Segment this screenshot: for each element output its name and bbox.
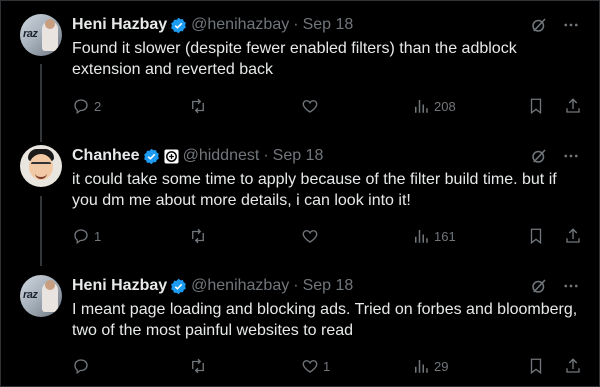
share-button[interactable] [564,227,582,245]
tweet[interactable]: raz Heni Hazbay @henihazbay · Sep 18 I m… [0,275,600,385]
retweet-icon [192,98,204,114]
retweet-icon [192,358,204,374]
tweet-header: Chanhee @hiddnest · Sep 18 [72,145,323,167]
reply-icon [74,359,88,375]
reply-count: 2 [94,98,102,114]
verified-badge-icon [143,148,159,164]
like-button[interactable]: 1 [301,357,330,375]
tweet-top-actions [530,14,580,36]
timestamp[interactable]: Sep 18 [303,277,354,295]
analytics-icon [415,230,428,243]
views-button[interactable]: 161 [412,227,456,245]
heart-icon [302,100,318,113]
reply-icon [74,99,88,115]
author-handle[interactable]: @henihazbay [191,277,289,295]
bookmark-icon [530,228,542,245]
separator-dot: · [293,16,299,33]
separator-dot: · [263,147,269,164]
bookmark-button[interactable] [527,357,545,375]
bookmark-icon [530,98,542,115]
reply-button[interactable]: 1 [72,227,101,245]
more-icon[interactable] [562,147,580,165]
bookmark-button[interactable] [527,227,545,245]
action-bar: 1 161 [72,227,582,247]
share-button[interactable] [564,97,582,115]
heart-icon [302,360,318,373]
tweet[interactable]: raz Heni Hazbay @henihazbay · Sep 18 Fou… [0,14,600,124]
more-icon[interactable] [562,277,580,295]
view-count: 161 [434,228,456,244]
reply-count: 1 [94,228,102,244]
retweet-button[interactable] [189,227,211,245]
avatar-logo: raz [23,28,38,40]
tweet-text: Found it slower (despite fewer enabled f… [72,40,517,78]
affiliate-badge-icon[interactable] [164,148,179,164]
analytics-icon [415,360,428,373]
more-icon[interactable] [562,16,580,34]
share-icon [566,358,580,373]
views-button[interactable]: 29 [412,357,448,375]
verified-badge-icon [171,17,186,33]
like-count: 1 [323,358,331,374]
like-button[interactable] [301,97,323,115]
share-icon [566,98,580,113]
avatar[interactable]: raz [20,275,62,317]
reply-button[interactable]: 2 [72,97,101,115]
grok-icon[interactable] [530,147,548,165]
retweet-icon [192,228,204,244]
author-handle[interactable]: @hiddnest [183,147,260,165]
avatar[interactable] [20,145,62,187]
tweet-header: Heni Hazbay @henihazbay · Sep 18 [72,14,353,36]
timestamp[interactable]: Sep 18 [273,147,324,165]
tweet[interactable]: Chanhee @hiddnest · Sep 18 it could take… [0,145,600,255]
like-button[interactable] [301,227,323,245]
retweet-button[interactable] [189,97,211,115]
grok-icon[interactable] [530,277,548,295]
retweet-button[interactable] [189,357,211,375]
bookmark-icon [530,358,542,375]
author-name[interactable]: Heni Hazbay [72,16,167,34]
avatar[interactable]: raz [20,14,62,56]
action-bar: 1 29 [72,357,582,377]
separator-dot: · [293,277,299,294]
verified-badge-icon [171,278,186,294]
grok-icon[interactable] [530,16,548,34]
avatar-logo: raz [23,289,38,301]
share-icon [566,228,580,243]
bookmark-button[interactable] [527,97,545,115]
tweet-text: it could take some time to apply because… [72,171,557,209]
heart-icon [302,230,318,243]
analytics-icon [415,100,428,113]
author-handle[interactable]: @henihazbay [191,16,289,34]
action-bar: 2 208 [72,97,582,117]
view-count: 29 [434,358,449,374]
timestamp[interactable]: Sep 18 [303,16,354,34]
reply-button[interactable] [72,357,94,375]
tweet-top-actions [530,275,580,297]
author-name[interactable]: Chanhee [72,147,140,165]
share-button[interactable] [564,357,582,375]
reply-icon [74,229,88,245]
tweet-top-actions [530,145,580,167]
tweet-text: I meant page loading and blocking ads. T… [72,301,578,339]
views-button[interactable]: 208 [412,97,456,115]
view-count: 208 [434,98,456,114]
author-name[interactable]: Heni Hazbay [72,277,167,295]
tweet-header: Heni Hazbay @henihazbay · Sep 18 [72,275,353,297]
